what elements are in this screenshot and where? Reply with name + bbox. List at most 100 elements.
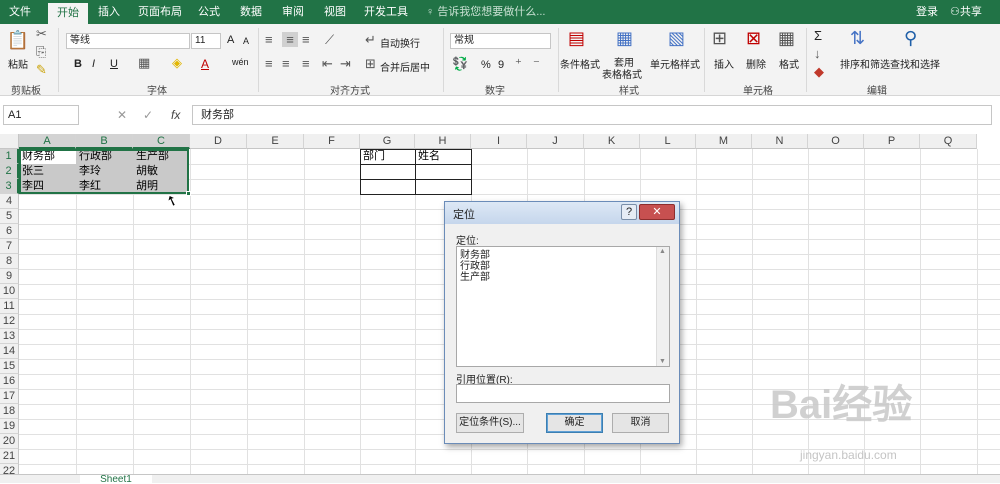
column-header-l[interactable]: L [640,134,696,149]
font-shrink-icon[interactable]: A [243,36,249,46]
align-bottom-icon[interactable]: ≡ [302,32,310,47]
italic-button[interactable]: I [92,58,95,70]
tab-formulas[interactable]: 公式 [192,0,226,24]
merge-center-icon[interactable]: ⊞ [365,56,376,72]
tab-file[interactable]: 文件 [0,0,40,24]
tab-developer[interactable]: 开发工具 [360,0,412,24]
list-scrollbar[interactable]: ▲ ▼ [656,247,669,366]
column-header-m[interactable]: M [696,134,752,149]
insert-cells-icon[interactable]: ⊞ [712,28,727,49]
column-header-o[interactable]: O [808,134,864,149]
close-button[interactable]: ✕ [639,204,675,220]
column-header-f[interactable]: F [304,134,360,149]
help-button[interactable]: ? [621,204,637,220]
column-header-b[interactable]: B [76,134,133,149]
column-header-q[interactable]: Q [920,134,977,149]
special-button[interactable]: 定位条件(S)... [456,413,524,433]
merge-center-button[interactable]: 合并后居中 [380,59,430,74]
row-header-5[interactable]: 5 [0,209,19,224]
format-cells-button[interactable]: 格式 [779,56,799,71]
paste-icon[interactable]: 📋 [6,30,30,52]
row-header-12[interactable]: 12 [0,314,19,329]
tab-review[interactable]: 审阅 [276,0,310,24]
delete-cells-button[interactable]: 删除 [746,56,766,71]
list-item[interactable]: 行政部 [460,261,490,272]
cancel-icon[interactable]: ✕ [117,108,127,122]
tab-data[interactable]: 数据 [234,0,268,24]
font-size-select[interactable]: 11 [191,33,221,49]
bold-button[interactable]: B [74,58,82,70]
increase-decimal-icon[interactable]: ⁺ [515,56,522,72]
font-color-button[interactable]: A [201,57,209,71]
row-header-8[interactable]: 8 [0,254,19,269]
row-header-16[interactable]: 16 [0,374,19,389]
cell-styles-button[interactable]: 单元格样式 [650,56,700,71]
row-header-17[interactable]: 17 [0,389,19,404]
goto-list[interactable]: 财务部 行政部 生产部 ▲ ▼ [456,246,670,367]
copy-icon[interactable]: ⎘ [36,44,46,60]
font-name-select[interactable]: 等线 [66,33,190,49]
clear-icon[interactable]: ◆ [814,64,824,80]
row-header-3[interactable]: 3 [0,179,19,194]
row-header-11[interactable]: 11 [0,299,19,314]
row-header-20[interactable]: 20 [0,434,19,449]
ok-button[interactable]: 确定 [546,413,603,433]
sort-filter-button[interactable]: 排序和筛选 [840,56,890,71]
dialog-title-bar[interactable]: 定位 ? ✕ [445,202,679,224]
align-middle-icon[interactable]: ≡ [282,32,298,47]
scroll-up-icon[interactable]: ▲ [659,248,666,255]
row-header-7[interactable]: 7 [0,239,19,254]
conditional-format-icon[interactable]: ▤ [568,28,585,49]
row-header-13[interactable]: 13 [0,329,19,344]
login-link[interactable]: 登录 [916,0,938,24]
orientation-icon[interactable]: ⟋ [325,32,334,48]
name-box[interactable]: A1 [3,105,79,125]
indent-increase-icon[interactable]: ⇥ [340,56,351,72]
conditional-format-button[interactable]: 条件格式 [560,56,600,71]
format-painter-icon[interactable]: ✎ [36,62,47,78]
list-item[interactable]: 生产部 [460,272,490,283]
row-header-19[interactable]: 19 [0,419,19,434]
row-header-2[interactable]: 2 [0,164,19,179]
row-header-6[interactable]: 6 [0,224,19,239]
row-header-14[interactable]: 14 [0,344,19,359]
cell-g1[interactable]: 部门 [360,149,415,164]
align-center-icon[interactable]: ≡ [282,56,290,71]
format-as-table-icon[interactable]: ▦ [616,28,633,49]
column-header-d[interactable]: D [190,134,247,149]
number-format-select[interactable]: 常规 [450,33,551,49]
format-cells-icon[interactable]: ▦ [778,28,795,49]
percent-button[interactable]: % [481,59,491,71]
find-select-button[interactable]: 查找和选择 [890,56,940,71]
row-header-15[interactable]: 15 [0,359,19,374]
select-all-corner[interactable] [0,134,19,149]
cancel-button[interactable]: 取消 [612,413,669,433]
comma-button[interactable]: 9 [498,59,504,71]
format-as-table-label-2[interactable]: 表格格式 [602,66,642,81]
row-header-18[interactable]: 18 [0,404,19,419]
tab-home[interactable]: 开始 [48,3,88,24]
column-header-e[interactable]: E [247,134,304,149]
cell-h1[interactable]: 姓名 [415,149,471,164]
row-header-21[interactable]: 21 [0,449,19,464]
list-item[interactable]: 财务部 [460,250,490,261]
column-header-h[interactable]: H [415,134,471,149]
row-header-4[interactable]: 4 [0,194,19,209]
row-header-1[interactable]: 1 [0,149,19,164]
align-left-icon[interactable]: ≡ [265,56,273,71]
tell-me-search[interactable]: ♀ 告诉我您想要做什么... [426,0,545,24]
column-header-i[interactable]: I [471,134,527,149]
share-button[interactable]: ⚇共享 [950,0,982,24]
underline-button[interactable]: U [110,58,118,70]
wrap-text-button[interactable]: 自动换行 [380,35,420,50]
phonetic-button[interactable]: wén [232,57,249,67]
wrap-text-icon[interactable]: ↵ [365,32,376,48]
tab-insert[interactable]: 插入 [92,0,126,24]
row-header-9[interactable]: 9 [0,269,19,284]
fill-color-icon[interactable]: ◈ [172,55,182,71]
currency-icon[interactable]: 💱 [452,56,468,72]
column-header-a[interactable]: A [19,134,76,149]
cell-styles-icon[interactable]: ▧ [668,28,685,49]
borders-icon[interactable]: ▦ [138,55,150,71]
align-right-icon[interactable]: ≡ [302,56,310,71]
